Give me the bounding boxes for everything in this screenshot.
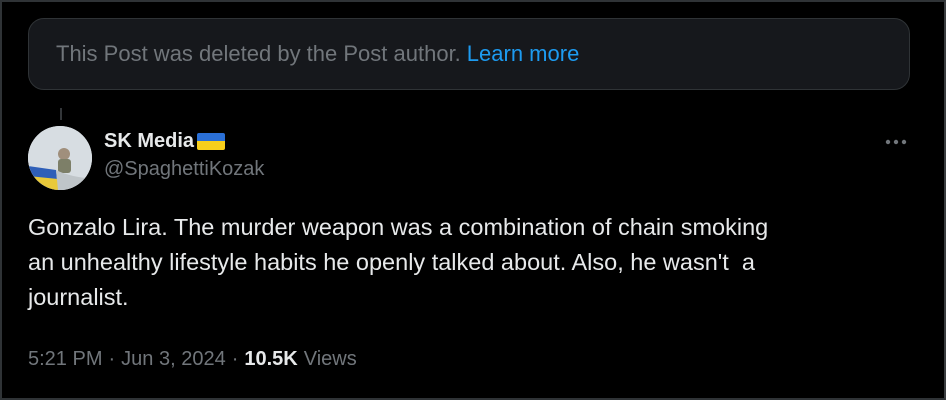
more-horizontal-icon bbox=[885, 139, 907, 145]
post-meta: 5:21 PM · Jun 3, 2024 · 10.5K Views bbox=[28, 348, 357, 371]
avatar-image bbox=[28, 126, 92, 190]
meta-separator: · bbox=[231, 348, 239, 370]
learn-more-link[interactable]: Learn more bbox=[467, 41, 580, 67]
display-name-row[interactable]: SK Media bbox=[104, 128, 264, 154]
meta-separator: · bbox=[108, 348, 116, 370]
post-time[interactable]: 5:21 PM bbox=[28, 348, 102, 371]
thread-connector-line bbox=[60, 108, 62, 120]
post-date[interactable]: Jun 3, 2024 bbox=[121, 348, 226, 371]
avatar[interactable] bbox=[28, 126, 92, 190]
deleted-post-notice: This Post was deleted by the Post author… bbox=[28, 18, 910, 90]
views-count: 10.5K bbox=[244, 348, 298, 370]
views-label[interactable]: Views bbox=[304, 348, 357, 371]
ukraine-flag-icon bbox=[197, 132, 226, 150]
display-name[interactable]: SK Media bbox=[104, 130, 194, 153]
deleted-notice-text: This Post was deleted by the Post author… bbox=[56, 41, 461, 66]
more-options-button[interactable] bbox=[880, 128, 912, 156]
post-text: Gonzalo Lira. The murder weapon was a co… bbox=[28, 214, 769, 310]
user-handle[interactable]: @SpaghettiKozak bbox=[104, 158, 264, 181]
author-block: SK Media @SpaghettiKozak bbox=[104, 128, 264, 181]
